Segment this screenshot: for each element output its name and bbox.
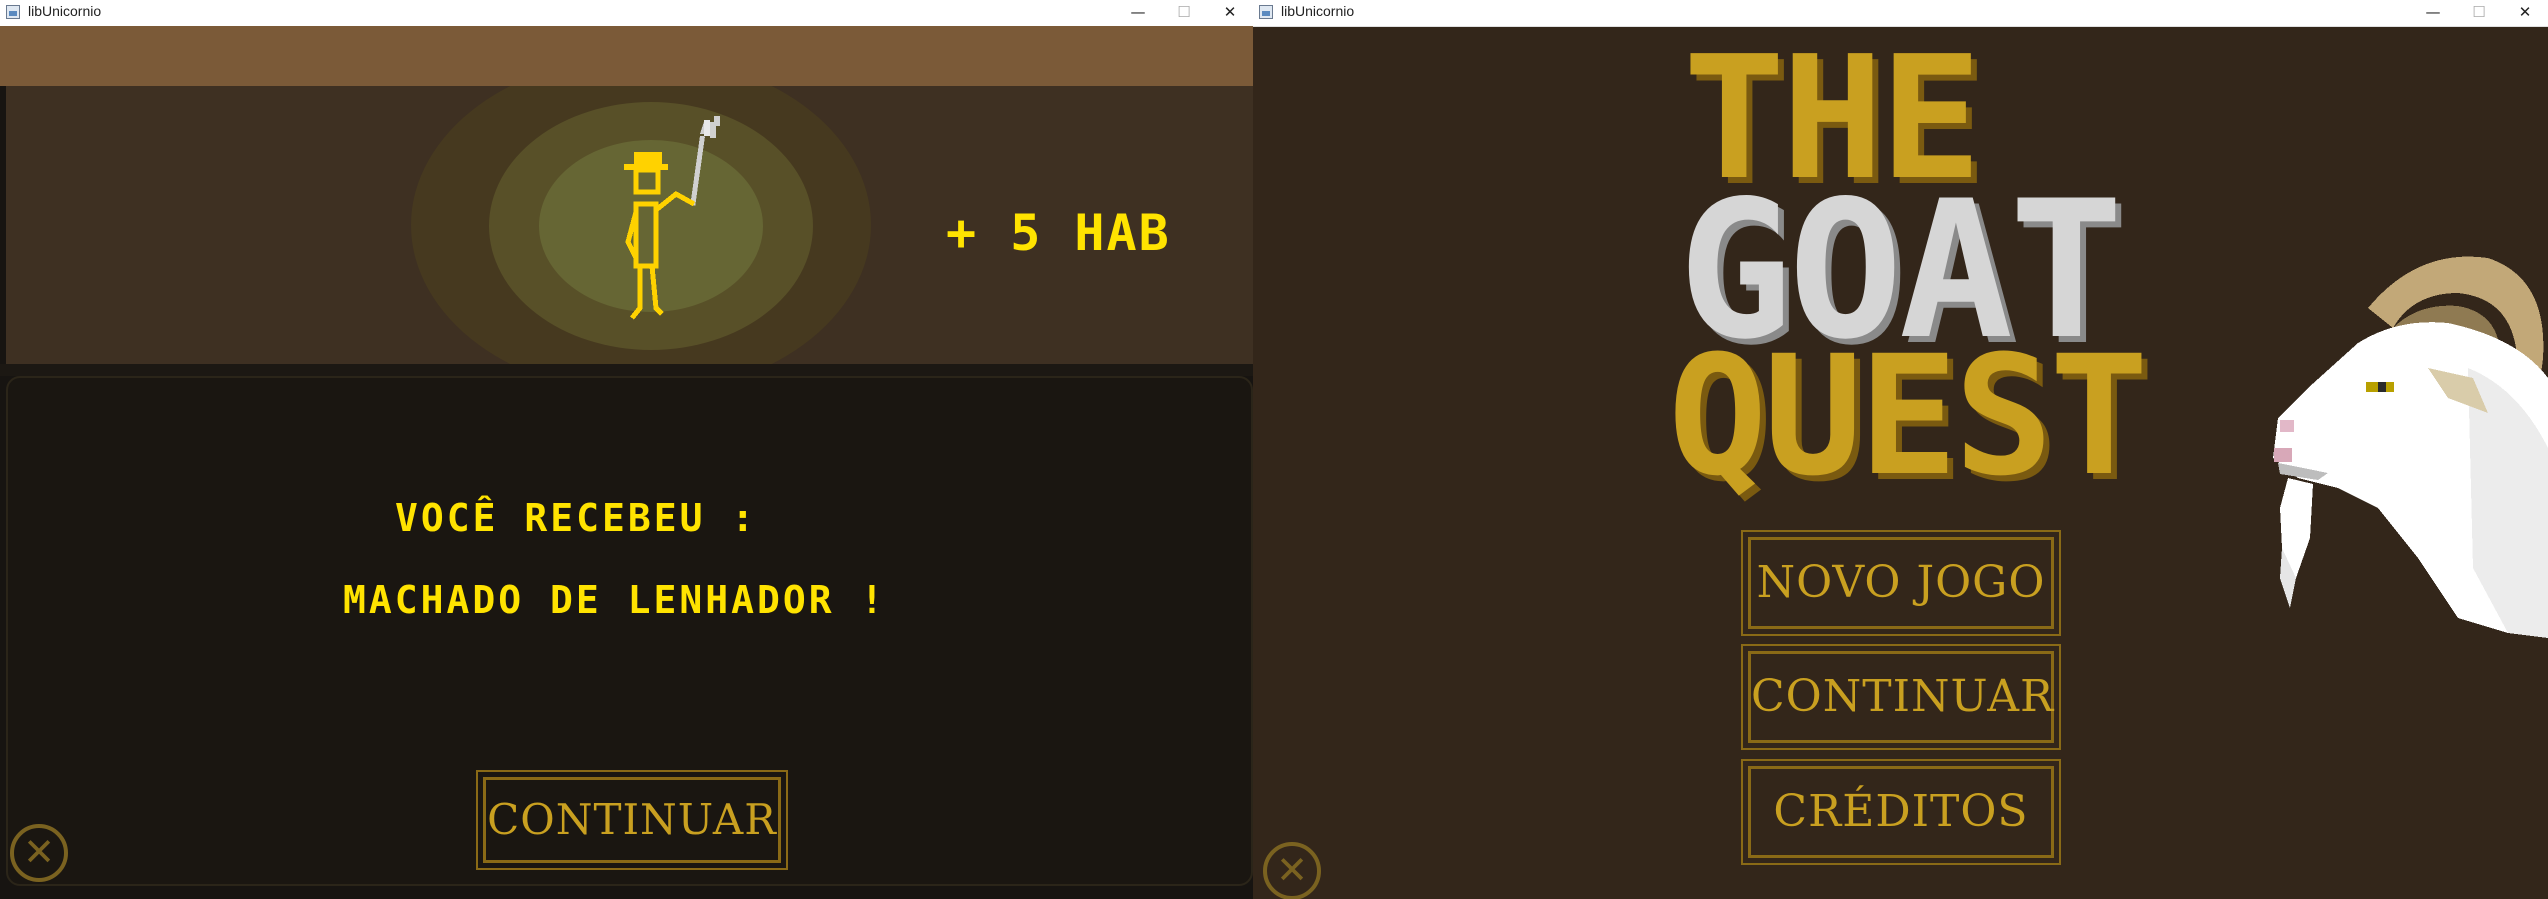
minimize-button[interactable]: — <box>2410 0 2456 26</box>
minimize-button[interactable]: — <box>1115 0 1161 26</box>
panel-divider <box>0 364 1253 376</box>
left-title-bar[interactable]: libUnicornio — ☐ ✕ <box>0 0 1253 27</box>
game-title-quest: QUEST <box>1668 320 2149 512</box>
lumberjack-figure <box>624 116 720 320</box>
dialog-message-line2: MACHADO DE LENHADOR ! <box>343 578 887 622</box>
continue-button[interactable]: CONTINUAR <box>1741 644 2061 750</box>
app-window-icon <box>1259 5 1273 19</box>
dialog-message-line1: VOCÊ RECEBEU : <box>395 496 758 540</box>
credits-button[interactable]: CRÉDITOS <box>1741 759 2061 865</box>
maximize-button[interactable]: ☐ <box>2456 0 2502 26</box>
goat-head-art <box>2273 256 2548 638</box>
left-game-window: libUnicornio — ☐ ✕ + 5 HAB VOCÊ RECEBEU … <box>0 0 1253 899</box>
close-window-button[interactable]: ✕ <box>2502 0 2548 26</box>
circle-x-icon[interactable]: ✕ <box>1263 842 1321 899</box>
close-window-button[interactable]: ✕ <box>1207 0 1253 26</box>
bonus-stat-text: + 5 HAB <box>946 204 1171 262</box>
continue-button[interactable]: CONTINUAR <box>476 770 788 870</box>
window-title: libUnicornio <box>28 3 102 19</box>
app-window-icon <box>6 5 20 19</box>
maximize-button[interactable]: ☐ <box>1161 0 1207 26</box>
reward-panel: + 5 HAB <box>6 86 1253 364</box>
scene-top-band <box>0 26 1253 86</box>
right-game-window: libUnicornio — ☐ ✕ THE GOAT QUEST NOVO J… <box>1253 0 2548 899</box>
new-game-button[interactable]: NOVO JOGO <box>1741 530 2061 636</box>
circle-x-icon[interactable]: ✕ <box>10 824 68 882</box>
window-title: libUnicornio <box>1281 3 1355 19</box>
